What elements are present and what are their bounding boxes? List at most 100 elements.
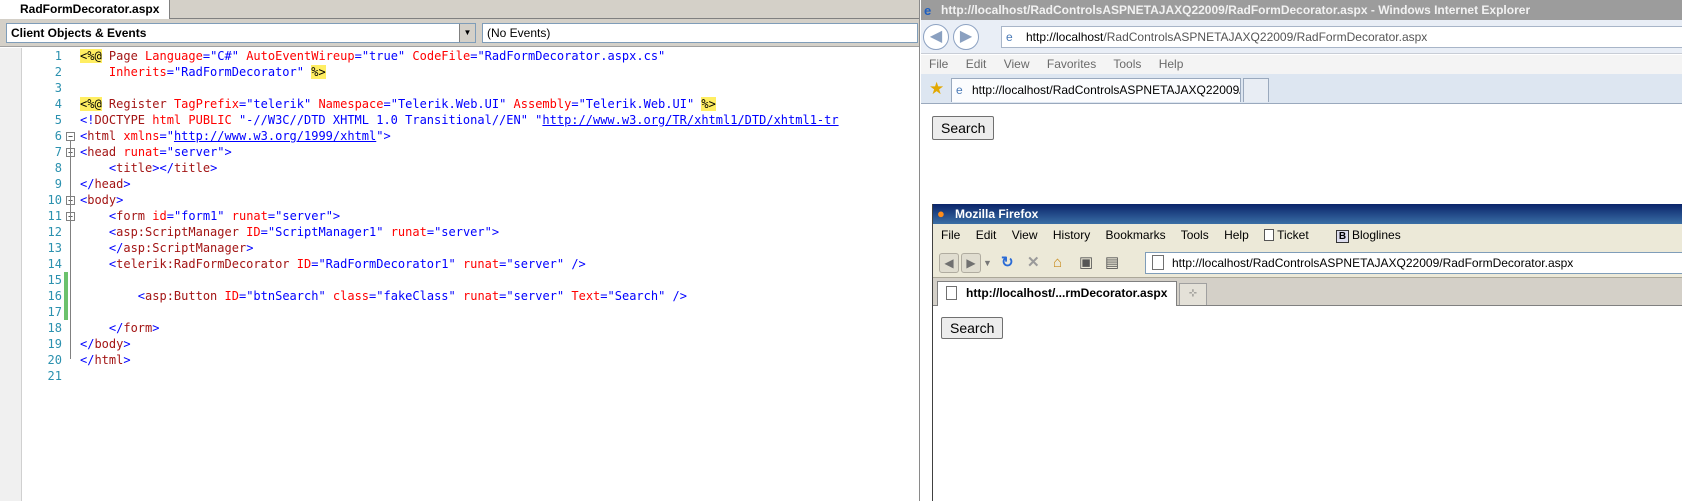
code-line[interactable]: 18 </form>: [22, 320, 919, 337]
code-line[interactable]: 20 </html>: [22, 352, 919, 369]
document-tab[interactable]: RadFormDecorator.aspx: [0, 0, 171, 19]
code-editor[interactable]: 1 <%@ Page Language="C#" AutoEventWireup=…: [22, 48, 919, 501]
code-line[interactable]: 9 </head>: [22, 176, 919, 193]
document-tabstrip: RadFormDecorator.aspx: [0, 0, 919, 19]
code-line[interactable]: 17: [22, 304, 919, 321]
reload-icon[interactable]: ↻: [1001, 253, 1014, 273]
ff-tab[interactable]: http://localhost/...rmDecorator.aspx: [937, 281, 1177, 306]
code-text: <body>: [80, 192, 123, 209]
code-line[interactable]: 4 <%@ Register TagPrefix = "telerik" Namesp…: [22, 96, 919, 113]
ie-menu-tools[interactable]: Tools: [1113, 57, 1141, 71]
code-token: Namespace: [311, 97, 384, 111]
code-line[interactable]: 11− <form id="form1" runat="server">: [22, 208, 919, 225]
code-token: html: [94, 353, 124, 367]
code-token: <: [80, 161, 117, 175]
ff-menu-help[interactable]: Help: [1224, 228, 1249, 242]
ie-menu-help[interactable]: Help: [1159, 57, 1184, 71]
code-token: CodeFile: [405, 49, 471, 63]
code-token: >: [246, 241, 254, 255]
ie-menu-edit[interactable]: Edit: [966, 57, 987, 71]
code-token: body: [94, 337, 124, 351]
code-text: Inherits="RadFormDecorator" %>: [80, 64, 326, 81]
chevron-down-icon[interactable]: ▼: [459, 24, 475, 42]
code-token: "btnSearch": [246, 289, 326, 303]
firefox-logo-icon: ●: [937, 206, 945, 221]
code-text: <title></title>: [80, 160, 217, 177]
code-line[interactable]: 21: [22, 368, 919, 385]
code-token: =": [159, 129, 174, 143]
ie-search-button[interactable]: Search: [932, 116, 995, 140]
code-token: <: [80, 209, 117, 223]
ie-menu-file[interactable]: File: [929, 57, 948, 71]
line-number: 7: [54, 145, 62, 159]
code-line[interactable]: 7−<head runat="server">: [22, 144, 919, 161]
code-line[interactable]: 2 Inherits="RadFormDecorator" %>: [22, 64, 919, 81]
code-token: head: [94, 177, 124, 191]
code-line[interactable]: 8 <title></title>: [22, 160, 919, 177]
code-line[interactable]: 10−<body>: [22, 192, 919, 209]
code-text: <asp:Button ID="btnSearch" class="fakeCl…: [80, 288, 687, 305]
ie-navigation-bar: ◀ ▶ e http://localhost/RadControlsASPNET…: [921, 20, 1682, 54]
code-line[interactable]: 5 <!DOCTYPE html PUBLIC "-//W3C//DTD XHTM…: [22, 112, 919, 129]
ie-menu-view[interactable]: View: [1004, 57, 1030, 71]
ff-new-tab-button[interactable]: ⊹: [1179, 283, 1207, 305]
ff-menu-tools[interactable]: Tools: [1181, 228, 1209, 242]
code-line[interactable]: 6− <html xmlns="http://www.w3.org/1999/xh…: [22, 128, 919, 145]
ff-menu-edit[interactable]: Edit: [976, 228, 997, 242]
line-number: 12: [47, 225, 62, 239]
code-text: <html xmlns="http://www.w3.org/1999/xhtm…: [80, 128, 391, 145]
code-token: >: [224, 145, 232, 159]
code-line[interactable]: 12 <asp:ScriptManager ID="ScriptManager1…: [22, 224, 919, 241]
code-token: Text: [564, 289, 601, 303]
ff-menu-file[interactable]: File: [941, 228, 960, 242]
code-token: >: [332, 209, 341, 223]
ff-menu-bookmarks[interactable]: Bookmarks: [1106, 228, 1166, 242]
code-line[interactable]: 3: [22, 80, 919, 97]
collapse-icon[interactable]: −: [66, 132, 75, 141]
code-token: ID: [289, 257, 312, 271]
code-line[interactable]: 19 </body>: [22, 336, 919, 353]
code-line[interactable]: 15: [22, 272, 919, 289]
code-token: </: [80, 177, 95, 191]
history-dropdown-icon[interactable]: ▼: [983, 253, 992, 273]
code-line[interactable]: 14 <telerik:RadFormDecorator ID="RadForm…: [22, 256, 919, 273]
ie-tab[interactable]: e http://localhost/RadControlsASPNETAJAX…: [951, 78, 1241, 102]
code-line[interactable]: 1 <%@ Page Language="C#" AutoEventWireup=…: [22, 48, 919, 65]
home-icon[interactable]: ⌂: [1053, 253, 1062, 273]
code-token: =: [426, 225, 435, 239]
forward-arrow-icon[interactable]: ▶: [953, 24, 979, 50]
page-icon: e: [956, 83, 963, 97]
code-token: />: [564, 257, 586, 271]
code-token: DOCTYPE: [94, 113, 146, 127]
ie-menu-favorites[interactable]: Favorites: [1047, 57, 1096, 71]
ff-address-bar[interactable]: http://localhost/RadControlsASPNETAJAXQ2…: [1145, 252, 1682, 274]
line-number: 16: [47, 289, 62, 303]
back-icon[interactable]: ◀: [939, 253, 959, 273]
ie-address-bar[interactable]: e http://localhost/RadControlsASPNETAJAX…: [1001, 26, 1682, 48]
ff-ticket-button[interactable]: Ticket: [1264, 228, 1321, 242]
back-arrow-icon[interactable]: ◀: [923, 24, 949, 50]
events-dropdown[interactable]: (No Events): [482, 23, 918, 43]
code-line[interactable]: 16 <asp:Button ID="btnSearch" class="fak…: [22, 288, 919, 305]
forward-icon[interactable]: ▶: [961, 253, 981, 273]
ff-search-button[interactable]: Search: [941, 317, 1004, 339]
ie-title-bar: e http://localhost/RadControlsASPNETAJAX…: [921, 0, 1682, 20]
code-text: <form id="form1" runat="server">: [80, 208, 340, 225]
print-icon[interactable]: ▤: [1105, 253, 1119, 273]
code-token: form: [116, 209, 146, 223]
favorites-star-icon[interactable]: ★: [929, 79, 944, 99]
code-token: body: [87, 193, 117, 207]
stop-icon[interactable]: ✕: [1027, 253, 1040, 273]
code-token: runat: [455, 257, 500, 271]
code-token: <!: [80, 113, 95, 127]
code-line[interactable]: 13 </asp:ScriptManager>: [22, 240, 919, 257]
ff-bloglines-button[interactable]: B Bloglines: [1336, 228, 1413, 243]
ff-ticket-label: Ticket: [1277, 228, 1309, 242]
ie-new-tab-button[interactable]: [1243, 78, 1269, 102]
ff-menu-history[interactable]: History: [1053, 228, 1090, 242]
ff-menu-view[interactable]: View: [1012, 228, 1038, 242]
windows-icon[interactable]: ▣: [1079, 253, 1093, 273]
code-token: html: [87, 129, 117, 143]
code-token: "RadFormDecorator": [173, 65, 304, 79]
objects-dropdown[interactable]: Client Objects & Events ▼: [6, 23, 476, 43]
